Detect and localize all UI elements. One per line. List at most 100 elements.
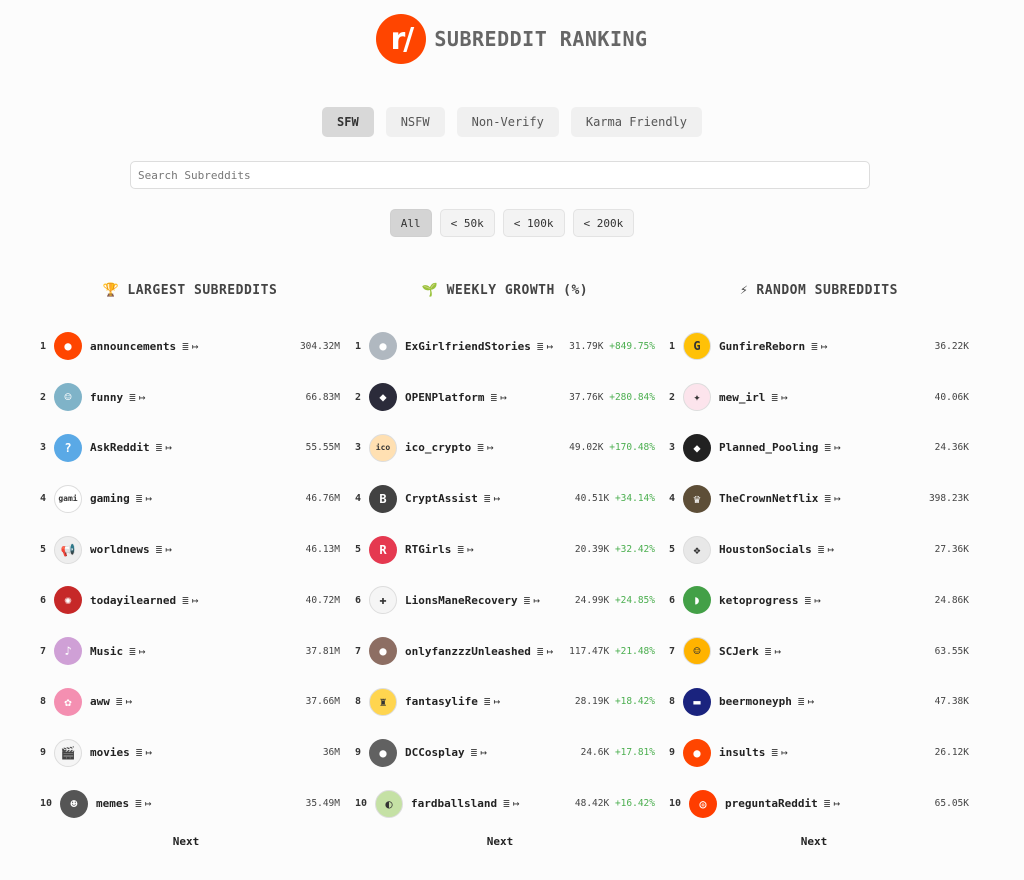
avatar[interactable]: ☻ [60, 789, 88, 818]
subreddit-name-link[interactable]: todayilearned [90, 594, 176, 607]
list-icon[interactable]: ≣ [771, 746, 778, 759]
subreddit-name-link[interactable]: AskReddit [90, 441, 150, 454]
avatar[interactable]: ✿ [54, 687, 82, 716]
subreddit-name-link[interactable]: insults [719, 746, 765, 759]
avatar[interactable]: ◗ [683, 586, 711, 615]
list-icon[interactable]: ≣ [490, 391, 497, 404]
avatar[interactable]: ● [54, 332, 82, 361]
avatar[interactable]: ✺ [54, 586, 82, 615]
subreddit-name-link[interactable]: fantasylife [405, 695, 478, 708]
subreddit-name-link[interactable]: fardballsland [411, 797, 497, 810]
open-link-icon[interactable]: ↦ [833, 797, 840, 810]
subreddit-name-link[interactable]: movies [90, 746, 130, 759]
avatar[interactable]: ☺ [683, 637, 711, 666]
avatar[interactable]: ? [54, 433, 82, 462]
filter-all[interactable]: All [389, 209, 432, 237]
open-link-icon[interactable]: ↦ [781, 391, 788, 404]
subreddit-name-link[interactable]: LionsManeRecovery [405, 594, 518, 607]
subreddit-name-link[interactable]: preguntaReddit [725, 797, 818, 810]
list-icon[interactable]: ≣ [457, 543, 464, 556]
list-icon[interactable]: ≣ [471, 746, 478, 759]
avatar[interactable]: ◆ [369, 383, 397, 412]
list-icon[interactable]: ≣ [136, 746, 143, 759]
avatar[interactable]: ♛ [683, 484, 711, 513]
list-icon[interactable]: ≣ [524, 594, 531, 607]
filter-200k[interactable]: < 200k [572, 209, 635, 237]
list-icon[interactable]: ≣ [537, 340, 544, 353]
avatar[interactable]: R [369, 535, 397, 564]
open-link-icon[interactable]: ↦ [500, 391, 507, 404]
subreddit-name-link[interactable]: mew_irl [719, 391, 765, 404]
subreddit-name-link[interactable]: ico_crypto [405, 441, 471, 454]
open-link-icon[interactable]: ↦ [145, 492, 152, 505]
tab-non-verify[interactable]: Non-Verify [456, 107, 559, 137]
subreddit-name-link[interactable]: RTGirls [405, 543, 451, 556]
list-icon[interactable]: ≣ [136, 492, 143, 505]
open-link-icon[interactable]: ↦ [480, 746, 487, 759]
next-button[interactable]: Next [350, 835, 650, 848]
open-link-icon[interactable]: ↦ [145, 797, 152, 810]
open-link-icon[interactable]: ↦ [145, 746, 152, 759]
open-link-icon[interactable]: ↦ [165, 441, 172, 454]
avatar[interactable]: ☺ [54, 383, 82, 412]
next-button[interactable]: Next [36, 835, 336, 848]
avatar[interactable]: ● [683, 738, 711, 767]
open-link-icon[interactable]: ↦ [513, 797, 520, 810]
subreddit-name-link[interactable]: onlyfanzzzUnleashed [405, 645, 531, 658]
avatar[interactable]: ● [369, 738, 397, 767]
list-icon[interactable]: ≣ [156, 441, 163, 454]
subreddit-name-link[interactable]: beermoneyph [719, 695, 792, 708]
subreddit-name-link[interactable]: ExGirlfriendStories [405, 340, 531, 353]
open-link-icon[interactable]: ↦ [165, 543, 172, 556]
filter-100k[interactable]: < 100k [502, 209, 565, 237]
list-icon[interactable]: ≣ [503, 797, 510, 810]
subreddit-name-link[interactable]: announcements [90, 340, 176, 353]
subreddit-name-link[interactable]: funny [90, 391, 123, 404]
avatar[interactable]: ▬ [683, 687, 711, 716]
list-icon[interactable]: ≣ [182, 594, 189, 607]
open-link-icon[interactable]: ↦ [774, 645, 781, 658]
list-icon[interactable]: ≣ [484, 492, 491, 505]
list-icon[interactable]: ≣ [804, 594, 811, 607]
avatar[interactable]: ❖ [683, 535, 711, 564]
list-icon[interactable]: ≣ [771, 391, 778, 404]
open-link-icon[interactable]: ↦ [781, 746, 788, 759]
open-link-icon[interactable]: ↦ [827, 543, 834, 556]
subreddit-name-link[interactable]: worldnews [90, 543, 150, 556]
subreddit-name-link[interactable]: DCCosplay [405, 746, 465, 759]
search-input[interactable] [130, 161, 870, 189]
open-link-icon[interactable]: ↦ [493, 695, 500, 708]
subreddit-name-link[interactable]: memes [96, 797, 129, 810]
subreddit-name-link[interactable]: aww [90, 695, 110, 708]
open-link-icon[interactable]: ↦ [126, 695, 133, 708]
open-link-icon[interactable]: ↦ [814, 594, 821, 607]
subreddit-name-link[interactable]: SCJerk [719, 645, 759, 658]
subreddit-name-link[interactable]: TheCrownNetflix [719, 492, 818, 505]
list-icon[interactable]: ≣ [537, 645, 544, 658]
list-icon[interactable]: ≣ [129, 645, 136, 658]
subreddit-name-link[interactable]: CryptAssist [405, 492, 478, 505]
list-icon[interactable]: ≣ [765, 645, 772, 658]
list-icon[interactable]: ≣ [477, 441, 484, 454]
avatar[interactable]: G [683, 332, 711, 361]
list-icon[interactable]: ≣ [824, 797, 831, 810]
list-icon[interactable]: ≣ [798, 695, 805, 708]
open-link-icon[interactable]: ↦ [834, 441, 841, 454]
list-icon[interactable]: ≣ [811, 340, 818, 353]
list-icon[interactable]: ≣ [818, 543, 825, 556]
list-icon[interactable]: ≣ [116, 695, 123, 708]
tab-sfw[interactable]: SFW [322, 107, 374, 137]
open-link-icon[interactable]: ↦ [546, 645, 553, 658]
list-icon[interactable]: ≣ [156, 543, 163, 556]
avatar[interactable]: ✦ [683, 383, 711, 412]
open-link-icon[interactable]: ↦ [834, 492, 841, 505]
avatar[interactable]: gami [54, 484, 82, 513]
avatar[interactable]: ◎ [689, 789, 717, 818]
avatar[interactable]: B [369, 484, 397, 513]
open-link-icon[interactable]: ↦ [192, 340, 199, 353]
avatar[interactable]: ✚ [369, 586, 397, 615]
open-link-icon[interactable]: ↦ [467, 543, 474, 556]
list-icon[interactable]: ≣ [129, 391, 136, 404]
subreddit-name-link[interactable]: ketoprogress [719, 594, 798, 607]
filter-50k[interactable]: < 50k [439, 209, 495, 237]
